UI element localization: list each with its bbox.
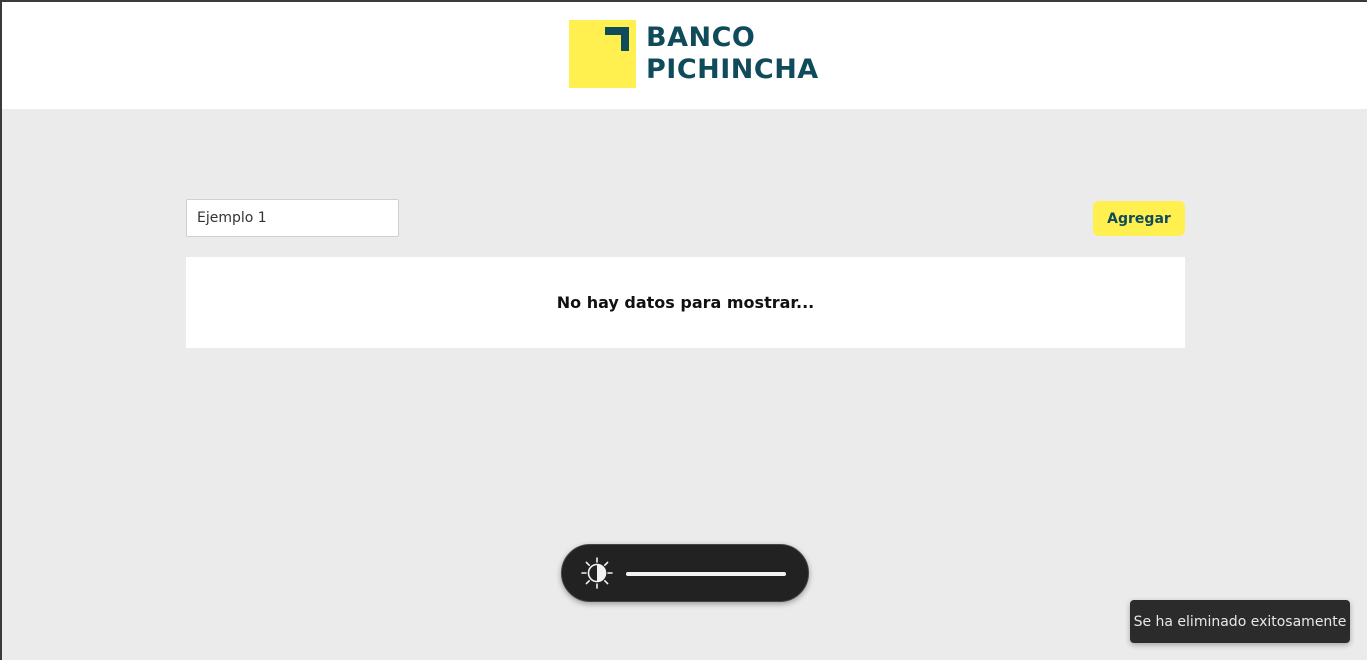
brand-name-line2: PICHINCHA — [646, 54, 819, 85]
products-table: No hay datos para mostrar... — [186, 257, 1185, 348]
banco-pichincha-logo-icon — [569, 20, 636, 88]
add-button[interactable]: Agregar — [1093, 201, 1185, 236]
brightness-level-track — [626, 572, 786, 576]
search-input[interactable] — [186, 199, 399, 237]
empty-table-message: No hay datos para mostrar... — [556, 293, 815, 312]
brightness-icon — [581, 557, 613, 589]
brand-name: BANCO PICHINCHA — [646, 22, 819, 86]
brightness-level-fill — [626, 572, 786, 576]
brand-logo: BANCO PICHINCHA — [569, 20, 819, 88]
toast-message: Se ha eliminado exitosamente — [1133, 613, 1347, 630]
brand-name-line1: BANCO — [646, 22, 756, 53]
app-header: BANCO PICHINCHA — [2, 2, 1367, 109]
brightness-osd — [561, 544, 809, 602]
success-toast: Se ha eliminado exitosamente — [1130, 600, 1350, 643]
logo-corner-mark — [605, 27, 629, 51]
